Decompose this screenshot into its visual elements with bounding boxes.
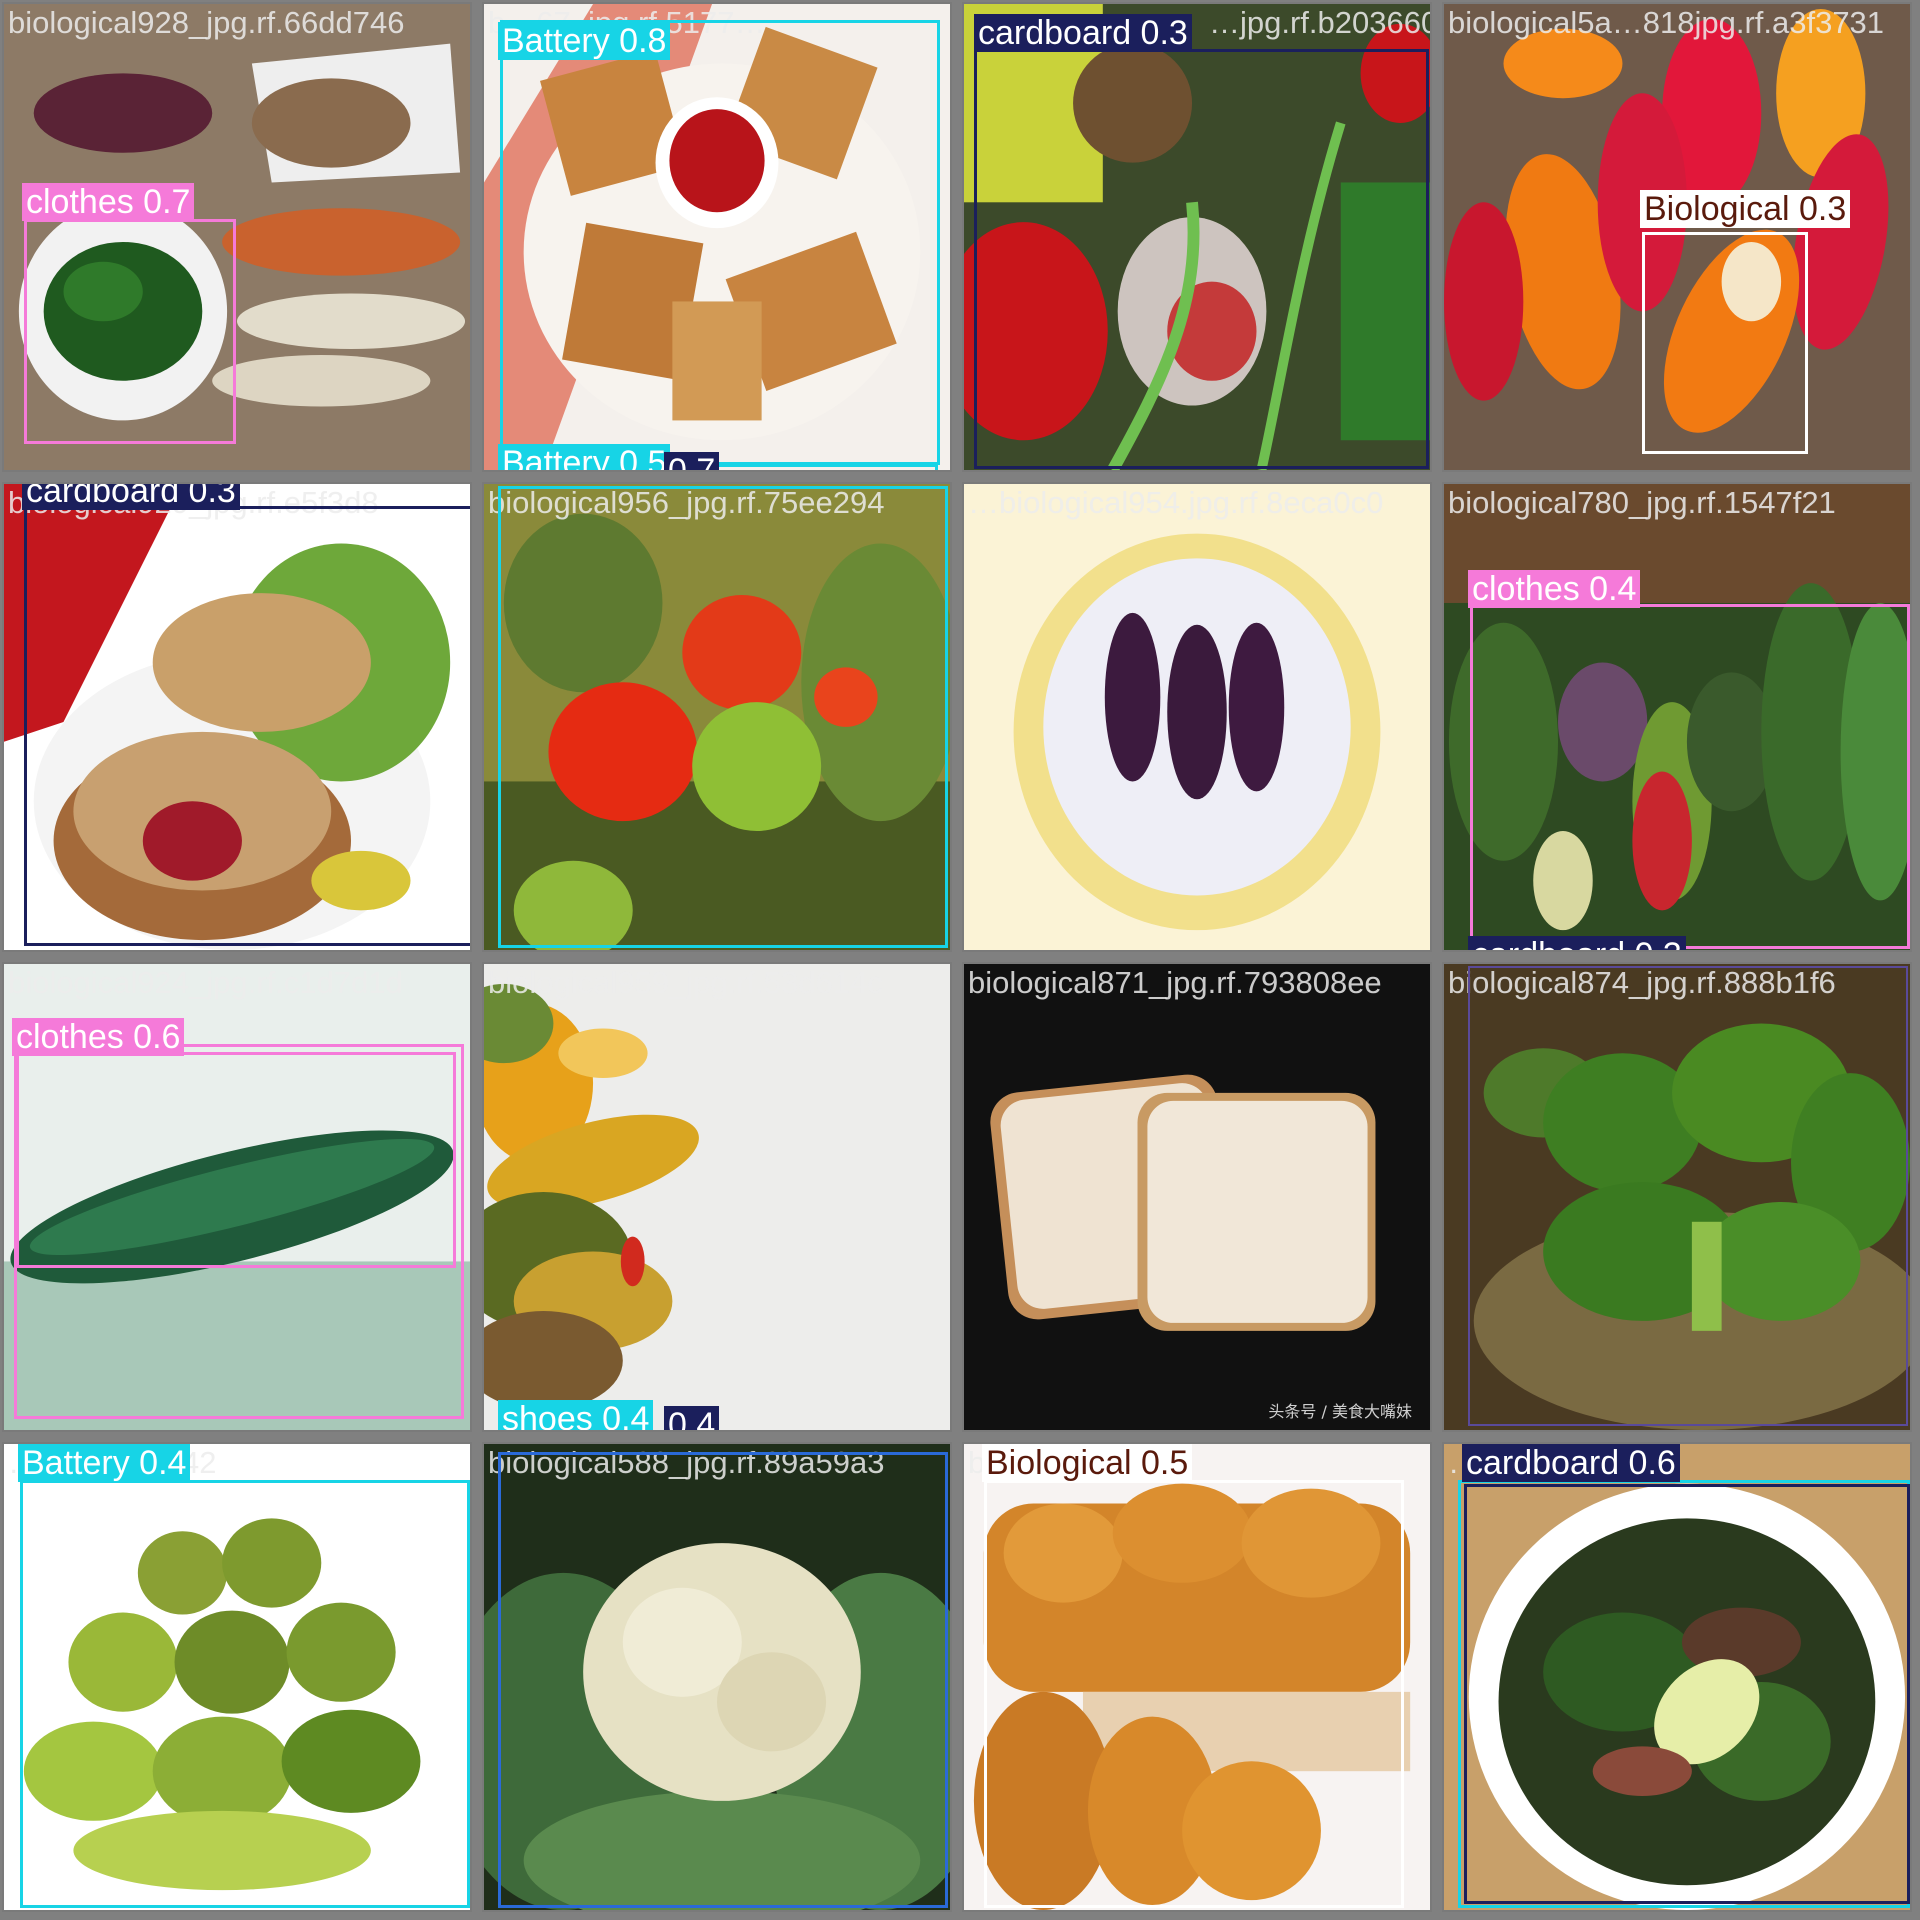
tile-sandwich: biological929_jpg.rf.e5f3d8 cardboard 0.… (2, 482, 472, 952)
detection-label: cardboard 0.3 (22, 484, 240, 510)
detection-box (498, 1452, 948, 1908)
detection-label: Battery 0.5 (498, 444, 671, 470)
tile-tomatoes: biological956_jpg.rf.75ee294 (482, 482, 952, 952)
detection-label: Biological 0.3 (1640, 190, 1851, 228)
detection-label: Battery 0.8 (498, 22, 671, 60)
tile-bread: biological871_jpg.rf.793808ee 头条号 / 美食大嘴… (962, 962, 1432, 1432)
tile-toast: b…67_jpg.rf.5177… Battery 0.8 Battery 0.… (482, 2, 952, 472)
tile-sprouts: …jpg.rf.1…942 Battery 0.4 (2, 1442, 472, 1912)
detection-label: Biological 0.5 (982, 1444, 1193, 1482)
tile-vegetables: biological928_jpg.rf.66dd746 clothes 0.7 (2, 2, 472, 472)
detection-box (500, 20, 940, 465)
detection-label: 0.7 (664, 452, 720, 470)
detection-label: shoes 0.4 (498, 1400, 654, 1430)
tile-salad: …jpg.rf.f4b0452 cardboard 0.6 (1442, 1442, 1912, 1912)
detection-box (24, 219, 236, 444)
detection-label: cardboard 0.6 (1462, 1444, 1680, 1482)
detection-box (20, 1480, 470, 1908)
detection-label: Battery 0.4 (18, 1444, 191, 1482)
photo-eggplant (964, 484, 1430, 950)
tile-eggplant: …biological954.jpg.rf.8eca0c0 (962, 482, 1432, 952)
detection-box (498, 486, 948, 948)
tile-broccoli: biological874_jpg.rf.888b1f6 (1442, 962, 1912, 1432)
detection-box (1642, 232, 1808, 454)
detection-label: 0.4 (664, 1406, 720, 1430)
detection-label: cardboard 0.3 (1468, 936, 1686, 950)
tile-strawberry: …jpg.rf.b2036608 cardboard 0.3 (962, 2, 1432, 472)
detection-label: clothes 0.4 (1468, 570, 1641, 608)
tile-cauliflower: biological588_jpg.rf.89a59a3 (482, 1442, 952, 1912)
detection-label: cardboard 0.3 (974, 14, 1192, 52)
detection-box (1470, 604, 1910, 949)
detection-box (984, 1480, 1404, 1908)
detection-box (1468, 966, 1908, 1426)
tile-cucumber: biological924_jpg.rf.c1d7d1d clothes 0.6 (2, 962, 472, 1432)
tile-greens: biological780_jpg.rf.1547f21 clothes 0.4… (1442, 482, 1912, 952)
photo-scraps (484, 964, 950, 1430)
detection-box (24, 506, 470, 946)
detection-box (1464, 1484, 1910, 1904)
photo-bread (964, 964, 1430, 1430)
detection-mosaic: biological928_jpg.rf.66dd746 clothes 0.7… (0, 0, 1920, 1920)
tile-rolls: biological… Biological 0.5 (962, 1442, 1432, 1912)
detection-label: clothes 0.6 (12, 1018, 185, 1056)
detection-label: clothes 0.7 (22, 183, 195, 221)
tile-peppers: biological5a…818jpg.rf.a3f3731 Biologica… (1442, 2, 1912, 472)
tile-scraps: biological959_jpg.rf.53d614c shoes 0.4 0… (482, 962, 952, 1432)
detection-box (16, 1052, 456, 1268)
detection-box (974, 49, 1429, 469)
watermark-text: 头条号 / 美食大嘴妹 (1268, 1402, 1412, 1421)
